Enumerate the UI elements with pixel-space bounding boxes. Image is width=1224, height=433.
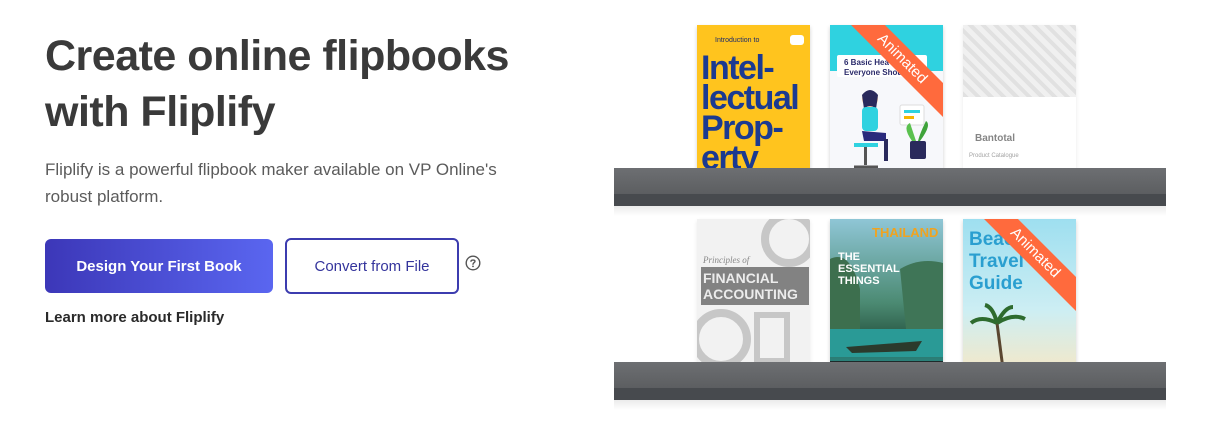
book-financial-accounting[interactable]: Principles of FINANCIAL ACCOUNTING: [697, 219, 810, 372]
hero-section: Create online flipbooks with Fliplify Fl…: [45, 28, 585, 326]
book-title: THAILAND: [872, 225, 939, 240]
shelf-top-surface: [614, 168, 1166, 194]
design-first-book-button[interactable]: Design Your First Book: [45, 239, 273, 293]
bottom-shelf: [614, 362, 1166, 410]
publisher-logo: [790, 35, 804, 45]
convert-from-file-button[interactable]: Convert from File: [285, 238, 459, 294]
shelf-top-surface: [614, 362, 1166, 388]
page-title: Create online flipbooks with Fliplify: [45, 32, 509, 136]
hero-subtitle: Fliplify is a powerful flipbook maker av…: [45, 160, 497, 206]
book-basic-heads[interactable]: 6 Basic Hea Everyone Should Animated: [830, 25, 943, 178]
book-prefix: Principles of: [703, 255, 750, 265]
learn-more-link[interactable]: Learn more about Fliplify: [45, 309, 224, 326]
book-intellectual-property[interactable]: Introduction to Intel- lectual Prop- ert…: [697, 25, 810, 178]
shelf-shadow: [614, 400, 1166, 410]
shelf-shadow: [614, 206, 1166, 216]
book-subtitle: Product Catalogue: [969, 153, 1019, 159]
book-title: Intel- lectual Prop- erty: [701, 49, 800, 177]
book-product-catalogue[interactable]: Bantotal Product Catalogue: [963, 25, 1076, 178]
question-circle-icon[interactable]: [465, 255, 481, 271]
cover-photo: [963, 25, 1076, 97]
top-shelf: [614, 168, 1166, 216]
book-intro-text: Introduction to: [715, 37, 760, 44]
book-subtitle: THE ESSENTIAL THINGS: [838, 251, 900, 287]
book-thailand[interactable]: THAILAND THE ESSENTIAL THINGS: [830, 219, 943, 372]
bookshelf-illustration: Introduction to Intel- lectual Prop- ert…: [614, 0, 1166, 433]
cta-row: Design Your First Book Convert from File: [45, 238, 481, 294]
shelf-front-edge: [614, 194, 1166, 206]
book-brand: Bantotal: [975, 133, 1015, 144]
book-beach-travel-guide[interactable]: Beach Travel Guide Animated: [963, 219, 1076, 372]
shelf-front-edge: [614, 388, 1166, 400]
cliff-and-boat-illustration: [830, 257, 943, 372]
book-title: FINANCIAL ACCOUNTING: [701, 267, 809, 305]
